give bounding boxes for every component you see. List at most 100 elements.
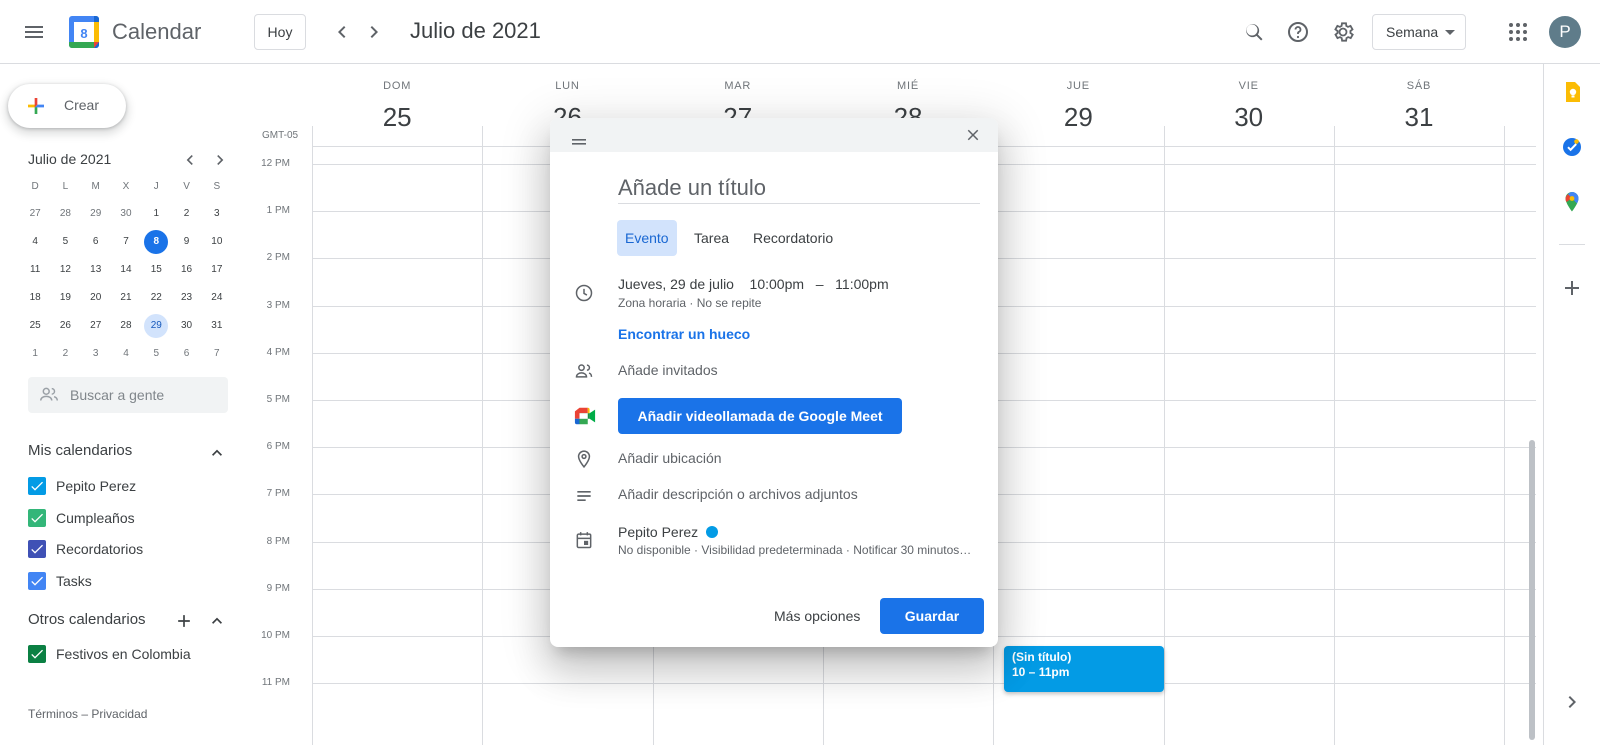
calendar-checkbox[interactable] [28, 571, 46, 590]
main-menu-icon[interactable] [22, 20, 46, 44]
event-date[interactable]: Jueves, 29 de julio [618, 276, 734, 292]
view-selector[interactable]: Semana [1372, 14, 1466, 50]
calendar-logo-icon[interactable]: 8 [68, 15, 100, 49]
maps-pin-icon[interactable] [1560, 190, 1584, 214]
dialog-drag-bar[interactable] [550, 118, 998, 152]
mini-calendar-day[interactable]: 20 [81, 286, 111, 310]
mini-calendar-day[interactable]: 3 [81, 342, 111, 366]
drag-handle-icon[interactable] [572, 132, 586, 145]
mini-calendar-day[interactable]: 28 [50, 202, 80, 226]
mini-calendar-day[interactable]: 8 [141, 230, 171, 254]
mini-calendar-day[interactable]: 21 [111, 286, 141, 310]
mini-calendar-day[interactable]: 7 [202, 342, 232, 366]
mini-calendar-day[interactable]: 17 [202, 258, 232, 282]
mini-calendar-day[interactable]: 2 [171, 202, 201, 226]
mini-calendar-day[interactable]: 22 [141, 286, 171, 310]
mini-calendar-day[interactable]: 5 [50, 230, 80, 254]
mini-calendar-day[interactable]: 9 [171, 230, 201, 254]
mini-calendar-day[interactable]: 6 [81, 230, 111, 254]
mini-calendar-day[interactable]: 28 [111, 314, 141, 338]
create-button[interactable]: Crear [8, 84, 126, 128]
save-button[interactable]: Guardar [880, 598, 984, 634]
people-search-box[interactable] [28, 377, 228, 413]
collapse-chevron-up-icon[interactable] [207, 611, 227, 631]
mini-calendar-day[interactable]: 3 [202, 202, 232, 226]
previous-week-icon[interactable] [330, 20, 354, 44]
grid-scrollbar-thumb[interactable] [1529, 440, 1535, 740]
tasks-icon[interactable] [1560, 135, 1584, 159]
other-calendars-title[interactable]: Otros calendarios [28, 611, 146, 628]
mini-calendar-day[interactable]: 11 [20, 258, 50, 282]
tab-event[interactable]: Evento [617, 220, 677, 256]
mini-calendar-prev-icon[interactable] [180, 150, 200, 170]
mini-calendar-day[interactable]: 19 [50, 286, 80, 310]
mini-calendar-day[interactable]: 4 [20, 230, 50, 254]
mini-calendar-day[interactable]: 2 [50, 342, 80, 366]
add-location-field[interactable]: Añadir ubicación [618, 450, 722, 466]
mini-calendar-day[interactable]: 1 [20, 342, 50, 366]
account-avatar[interactable]: P [1549, 16, 1581, 48]
search-icon[interactable] [1242, 20, 1266, 44]
mini-calendar-day[interactable]: 31 [202, 314, 232, 338]
mini-calendar-day[interactable]: 15 [141, 258, 171, 282]
mini-calendar-day[interactable]: 14 [111, 258, 141, 282]
timezone-link[interactable]: Zona horaria [618, 296, 686, 310]
mini-calendar-day[interactable]: 27 [81, 314, 111, 338]
find-time-link[interactable]: Encontrar un hueco [618, 326, 750, 342]
mini-calendar-next-icon[interactable] [210, 150, 230, 170]
keep-icon[interactable] [1560, 80, 1584, 104]
mini-calendar-day[interactable]: 16 [171, 258, 201, 282]
mini-calendar-day[interactable]: 24 [202, 286, 232, 310]
calendar-checkbox[interactable] [28, 508, 46, 527]
add-google-meet-button[interactable]: Añadir videollamada de Google Meet [618, 398, 902, 434]
mini-calendar-day[interactable]: 13 [81, 258, 111, 282]
calendar-checkbox[interactable] [28, 477, 46, 495]
mini-calendar-day[interactable]: 18 [20, 286, 50, 310]
more-options-button[interactable]: Más opciones [768, 598, 866, 634]
availability-visibility-notify[interactable]: No disponible · Visibilidad predetermina… [618, 543, 974, 557]
mini-calendar-day[interactable]: 29 [81, 202, 111, 226]
mini-calendar-day[interactable]: 25 [20, 314, 50, 338]
mini-calendar-day[interactable]: 7 [111, 230, 141, 254]
next-week-icon[interactable] [362, 20, 386, 44]
tab-task[interactable]: Tarea [686, 220, 737, 256]
my-calendars-title[interactable]: Mis calendarios [28, 442, 132, 459]
mini-calendar-day[interactable]: 4 [111, 342, 141, 366]
day-number[interactable]: 29 [993, 102, 1163, 133]
event-start-time[interactable]: 10:00pm [750, 276, 804, 292]
mini-calendar-day[interactable]: 30 [111, 202, 141, 226]
event-end-time[interactable]: 11:00pm [835, 276, 888, 292]
add-calendar-plus-icon[interactable] [174, 611, 194, 631]
mini-calendar-day[interactable]: 30 [171, 314, 201, 338]
settings-gear-icon[interactable] [1331, 20, 1355, 44]
mini-calendar-day[interactable]: 5 [141, 342, 171, 366]
close-icon[interactable] [964, 126, 982, 144]
calendar-checkbox[interactable] [28, 645, 46, 663]
mini-calendar-day[interactable]: 12 [50, 258, 80, 282]
mini-calendar-day[interactable]: 27 [20, 202, 50, 226]
day-number[interactable]: 25 [312, 102, 482, 133]
terms-link[interactable]: Términos [28, 707, 78, 721]
get-addons-plus-icon[interactable] [1560, 276, 1584, 300]
collapse-chevron-up-icon[interactable] [207, 443, 227, 463]
help-icon[interactable] [1286, 20, 1310, 44]
add-guests-field[interactable]: Añade invitados [618, 362, 718, 378]
calendar-owner-selector[interactable]: Pepito Perez [618, 524, 719, 540]
today-button[interactable]: Hoy [254, 14, 306, 50]
calendar-checkbox[interactable] [28, 540, 46, 558]
privacy-link[interactable]: Privacidad [91, 707, 147, 721]
event-title-input[interactable] [618, 172, 980, 204]
mini-calendar-day[interactable]: 10 [202, 230, 232, 254]
repeat-option[interactable]: No se repite [697, 296, 762, 310]
tab-reminder[interactable]: Recordatorio [745, 220, 841, 256]
expand-panel-chevron-icon[interactable] [1560, 690, 1584, 714]
mini-calendar-day[interactable]: 29 [141, 314, 171, 338]
day-number[interactable]: 31 [1334, 102, 1504, 133]
draft-event-block[interactable]: (Sin título) 10 – 11pm [1004, 646, 1164, 692]
google-apps-grid-icon[interactable] [1506, 20, 1530, 44]
mini-calendar-day[interactable]: 26 [50, 314, 80, 338]
add-description-field[interactable]: Añadir descripción o archivos adjuntos [618, 486, 858, 502]
day-number[interactable]: 30 [1164, 102, 1334, 133]
mini-calendar-day[interactable]: 6 [171, 342, 201, 366]
mini-calendar-day[interactable]: 1 [141, 202, 171, 226]
